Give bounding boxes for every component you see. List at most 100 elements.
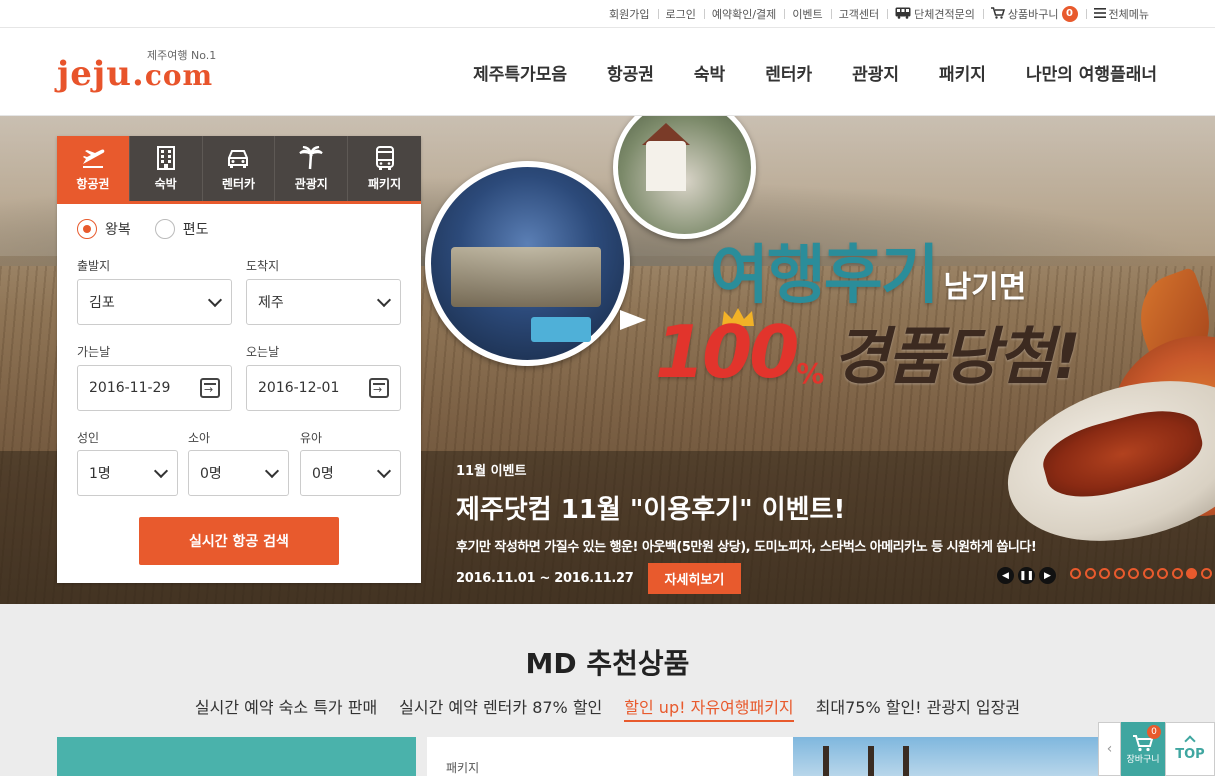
- child-value: 0명: [200, 466, 222, 482]
- depart-date-field[interactable]: 2016-11-29: [77, 365, 232, 411]
- tab-attractions[interactable]: 관광지: [275, 136, 349, 201]
- car-icon: [228, 150, 249, 168]
- nav-item-flights[interactable]: 항공권: [607, 60, 654, 85]
- slider-dot[interactable]: [1186, 568, 1197, 579]
- tab-rentcar[interactable]: 렌터카: [202, 136, 276, 201]
- departure-label: 출발지: [77, 259, 111, 273]
- event-detail-button[interactable]: 자세히보기: [647, 563, 742, 594]
- slider-dot[interactable]: [1128, 568, 1139, 579]
- widget-cart-button[interactable]: 0 장바구니: [1121, 722, 1165, 776]
- headline-prize: 100 % 경품당첨!: [655, 310, 1081, 394]
- cart-icon: [990, 6, 1005, 22]
- percent-number: 100: [655, 310, 799, 394]
- slider-dot[interactable]: [1113, 568, 1125, 579]
- slider-pause-icon[interactable]: ❚❚: [1018, 567, 1035, 584]
- prize-text: 경품당첨!: [832, 320, 1080, 393]
- util-group-quote-link[interactable]: 단체견적문의: [887, 6, 983, 22]
- adult-select[interactable]: 1명: [77, 450, 178, 496]
- chevron-down-icon: [153, 463, 169, 478]
- nav-item-stay[interactable]: 숙박: [694, 60, 725, 85]
- arrival-select[interactable]: 제주: [246, 279, 401, 325]
- slider-prev-icon[interactable]: ◀: [997, 567, 1014, 584]
- md-card-photo[interactable]: [793, 737, 1103, 776]
- slider-dot[interactable]: [1200, 568, 1212, 579]
- utility-bar: 회원가입 로그인 예약확인/결제 이벤트 고객센터 단체견적문의 상품바구니 0: [0, 0, 1215, 28]
- util-cart-link[interactable]: 상품바구니 0: [982, 6, 1086, 22]
- tab-stay[interactable]: 숙박: [129, 136, 203, 201]
- building-icon: [156, 146, 175, 170]
- flight-search-button[interactable]: 실시간 항공 검색: [139, 517, 339, 565]
- logo-word: jeju: [57, 54, 132, 94]
- radio-one-way-circle: [154, 219, 175, 239]
- slider-dot[interactable]: [1171, 568, 1183, 579]
- util-support-link[interactable]: 고객센터: [830, 6, 887, 22]
- slider-next-icon[interactable]: ▶: [1039, 567, 1056, 584]
- trip-type-group: 왕복 편도: [77, 219, 233, 239]
- radio-round-trip-label: 왕복: [105, 222, 131, 238]
- nav-item-deals[interactable]: 제주특가모음: [473, 60, 567, 85]
- util-signup-link[interactable]: 회원가입: [601, 6, 657, 22]
- radio-one-way[interactable]: 편도: [154, 219, 209, 239]
- chevron-down-icon: [376, 292, 392, 307]
- nav-item-rentcar[interactable]: 렌터카: [765, 60, 812, 85]
- slider-dot[interactable]: [1070, 568, 1081, 579]
- return-date-field[interactable]: 2016-12-01: [246, 365, 401, 411]
- md-tab-package[interactable]: 할인 up! 자유여행패키지: [624, 694, 794, 722]
- event-description: 후기만 작성하면 가질수 있는 행운! 아웃백(5만원 상당), 도미노피자, …: [456, 540, 1037, 555]
- nav-item-attractions[interactable]: 관광지: [852, 60, 899, 85]
- headline-review: 여행후기 남기면: [710, 224, 1026, 316]
- radio-round-trip[interactable]: 왕복: [77, 219, 131, 239]
- md-tab-rentcar[interactable]: 실시간 예약 렌터카 87% 할인: [399, 694, 602, 722]
- util-login-link[interactable]: 로그인: [657, 6, 704, 22]
- calendar-icon[interactable]: [200, 378, 220, 398]
- hamburger-icon: [1093, 7, 1106, 21]
- cart-count-badge: 0: [1061, 6, 1078, 22]
- bus-front-icon: [375, 146, 394, 170]
- slider-dot[interactable]: [1099, 568, 1110, 579]
- windmill-tower: [646, 141, 686, 191]
- return-date-label: 오는날: [246, 345, 280, 359]
- logo-wordmark: jeju.com: [57, 54, 213, 94]
- nav-item-planner[interactable]: 나만의 여행플래너: [1026, 60, 1157, 85]
- md-tab-stay[interactable]: 실시간 예약 숙소 특가 판매: [195, 694, 377, 722]
- util-event-link[interactable]: 이벤트: [784, 6, 830, 22]
- slider-dot[interactable]: [1157, 568, 1168, 579]
- resort-photo-bubble: [425, 161, 646, 366]
- scroll-top-button[interactable]: TOP: [1165, 722, 1215, 776]
- cart-label: 상품바구니: [1007, 8, 1059, 21]
- departure-select[interactable]: 김포: [77, 279, 232, 325]
- calendar-icon[interactable]: [369, 378, 389, 398]
- md-card-teal[interactable]: [57, 737, 416, 776]
- infant-label: 유아: [300, 431, 323, 445]
- md-tab-attractions[interactable]: 최대75% 할인! 관광지 입장권: [816, 694, 1020, 722]
- depart-date-label: 가는날: [77, 345, 111, 359]
- adult-label: 성인: [77, 431, 100, 445]
- child-select[interactable]: 0명: [188, 450, 289, 496]
- tab-flights[interactable]: 항공권: [57, 136, 130, 201]
- widget-prev-icon[interactable]: ‹: [1098, 722, 1121, 776]
- nav-item-package[interactable]: 패키지: [939, 60, 986, 85]
- tab-package[interactable]: 패키지: [348, 136, 421, 201]
- tab-flights-label: 항공권: [76, 177, 110, 191]
- util-all-menu-link[interactable]: 전체메뉴: [1085, 6, 1157, 22]
- slider-dot[interactable]: [1142, 568, 1154, 579]
- md-card-package[interactable]: 패키지: [427, 737, 793, 776]
- header: 제주여행 No.1 jeju.com 제주특가모음 항공권 숙박 렌터카 관광지…: [0, 28, 1215, 116]
- md-card-label: 패키지: [446, 761, 480, 775]
- slider-pagination: [1070, 568, 1215, 579]
- airplane-icon: [82, 149, 105, 168]
- resort-building: [451, 247, 601, 307]
- site-logo[interactable]: 제주여행 No.1 jeju.com: [57, 42, 217, 102]
- arrival-label: 도착지: [246, 259, 280, 273]
- infant-select[interactable]: 0명: [300, 450, 401, 496]
- adult-value: 1명: [89, 466, 111, 482]
- event-tag: 11월 이벤트: [456, 464, 527, 479]
- slider-dot[interactable]: [1084, 568, 1096, 579]
- util-reservation-link[interactable]: 예약확인/결제: [703, 6, 784, 22]
- return-date-value: 2016-12-01: [258, 380, 340, 396]
- tab-rentcar-label: 렌터카: [221, 177, 256, 191]
- slider-controls: ◀ ❚❚ ▶: [997, 567, 1060, 584]
- radio-round-trip-circle: [77, 219, 97, 239]
- chevron-down-icon: [376, 463, 392, 478]
- arrow-up-icon: [1184, 734, 1196, 747]
